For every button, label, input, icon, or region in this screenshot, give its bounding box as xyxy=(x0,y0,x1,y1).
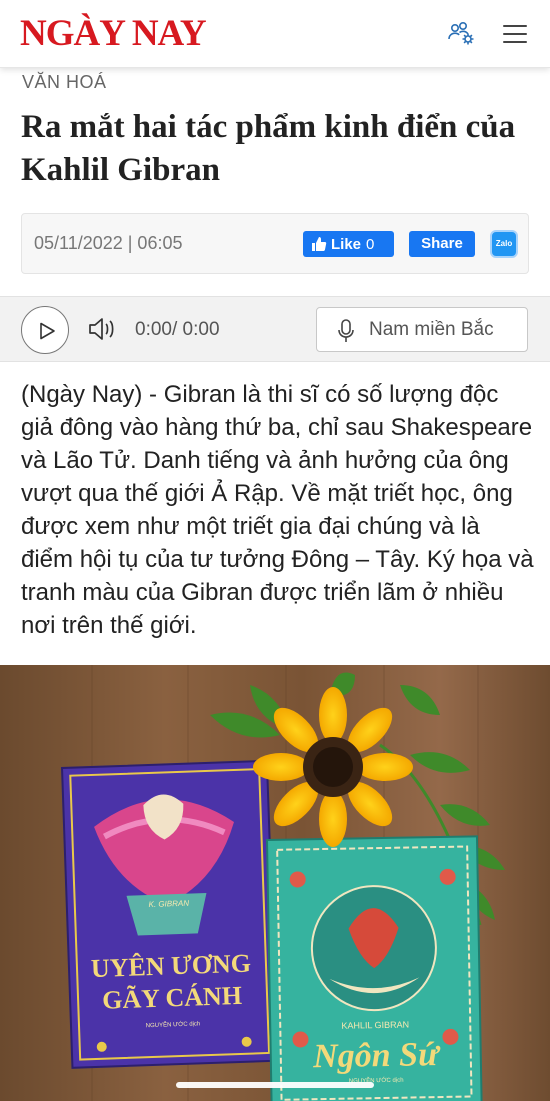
book1-title-line2: GÃY CÁNH xyxy=(102,981,243,1015)
volume-icon[interactable] xyxy=(88,316,120,342)
thumbs-up-icon xyxy=(312,237,327,251)
like-count: 0 xyxy=(366,235,375,253)
users-settings-icon[interactable] xyxy=(446,18,478,50)
book2-author: KAHLIL GIBRAN xyxy=(341,1020,409,1031)
article-meta-bar: 05/11/2022 | 06:05 Like 0 Share Zalo xyxy=(21,213,529,274)
article-title: Ra mắt hai tác phẩm kinh điển của Kahlil… xyxy=(21,109,516,188)
article-lead: (Ngày Nay) - Gibran là thi sĩ có số lượn… xyxy=(21,381,534,639)
book1-title-line1: UYÊN ƯƠNG xyxy=(90,949,251,984)
zalo-share-button[interactable]: Zalo xyxy=(490,230,518,258)
facebook-like-button[interactable]: Like 0 xyxy=(303,231,394,257)
home-indicator[interactable] xyxy=(176,1082,374,1088)
book1-author: K. GIBRAN xyxy=(148,899,189,909)
audio-player: 0:00/ 0:00 Nam miền Bắc xyxy=(0,296,550,362)
site-header: NGÀY NAY xyxy=(0,0,550,68)
article-photo: K. GIBRAN UYÊN ƯƠNG GÃY CÁNH NGUYỄN ƯỚC … xyxy=(0,665,550,1101)
site-logo[interactable]: NGÀY NAY xyxy=(20,14,207,54)
voice-label: Nam miền Bắc xyxy=(369,319,494,340)
play-icon xyxy=(40,322,55,340)
play-button[interactable] xyxy=(21,306,69,354)
hamburger-menu-icon[interactable] xyxy=(499,18,531,50)
audio-time: 0:00/ 0:00 xyxy=(135,319,220,340)
article-category[interactable]: VĂN HOÁ xyxy=(22,72,107,93)
like-label: Like xyxy=(331,235,362,253)
facebook-share-button[interactable]: Share xyxy=(409,231,475,257)
microphone-icon xyxy=(338,319,354,342)
publish-datetime: 05/11/2022 | 06:05 xyxy=(34,233,183,253)
voice-select[interactable]: Nam miền Bắc xyxy=(316,307,528,352)
book2-title: Ngôn Sứ xyxy=(312,1036,441,1075)
